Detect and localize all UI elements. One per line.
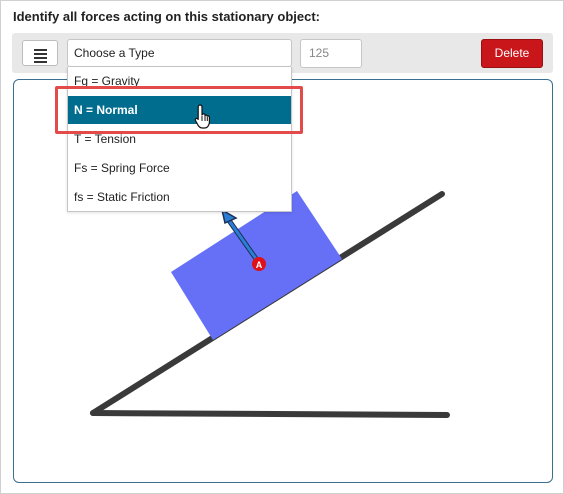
magnitude-input[interactable]: 125 bbox=[300, 39, 362, 68]
delete-button[interactable]: Delete bbox=[481, 39, 543, 68]
force-type-dropdown: Fg = Gravity N = Normal T = Tension Fs =… bbox=[67, 67, 292, 212]
option-tension[interactable]: T = Tension bbox=[68, 125, 291, 153]
ground-line bbox=[90, 410, 450, 418]
menu-button[interactable] bbox=[22, 40, 58, 66]
force-type-select[interactable]: Choose a Type bbox=[67, 39, 292, 67]
problem-frame: Identify all forces acting on this stati… bbox=[0, 0, 564, 494]
question-prompt: Identify all forces acting on this stati… bbox=[13, 9, 320, 24]
hamburger-menu-icon bbox=[34, 49, 47, 65]
force-point-label: A bbox=[256, 260, 263, 270]
hand-cursor-icon bbox=[194, 104, 214, 135]
option-normal[interactable]: N = Normal bbox=[68, 96, 291, 124]
option-spring-force[interactable]: Fs = Spring Force bbox=[68, 154, 291, 182]
option-gravity[interactable]: Fg = Gravity bbox=[68, 67, 291, 95]
option-static-friction[interactable]: fs = Static Friction bbox=[68, 183, 291, 211]
